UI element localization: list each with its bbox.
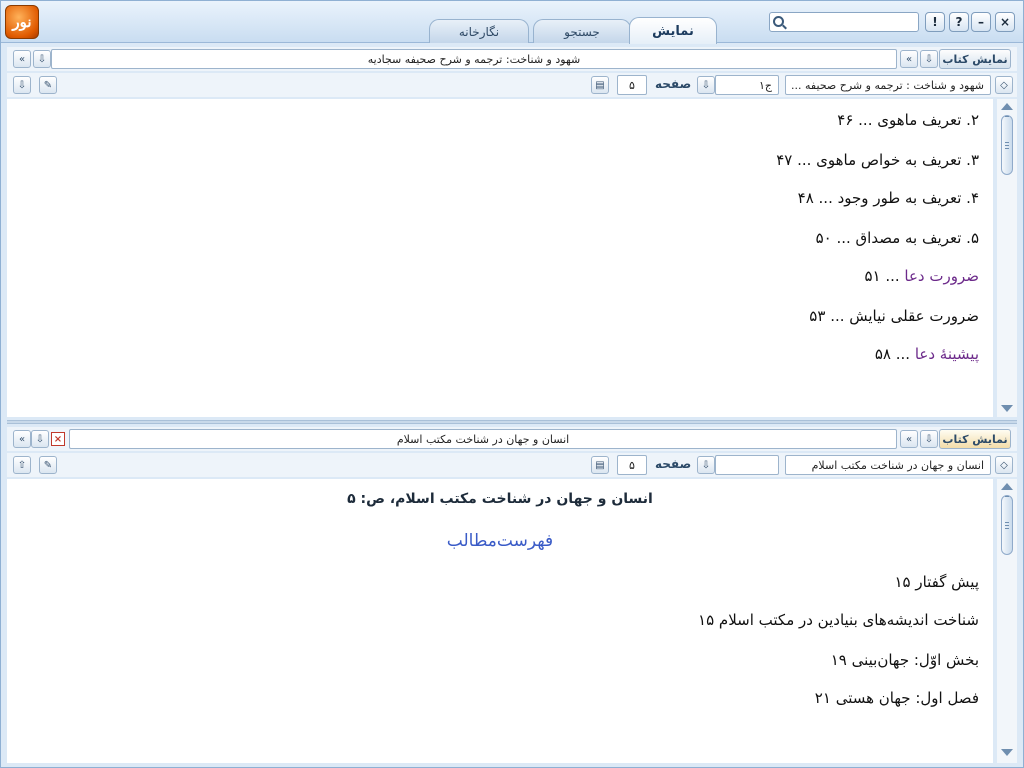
bottom-book-select[interactable]: انسان و جهان در شناخت مکتب اسلام bbox=[785, 455, 991, 475]
bottom-nav-prev-icon[interactable]: « bbox=[900, 430, 918, 448]
bottom-book-title: انسان و جهان در شناخت مکتب اسلام bbox=[69, 429, 897, 449]
page-heading: انسان و جهان در شناخت مکتب اسلام، ص: ۵ bbox=[347, 491, 653, 507]
top-nav-prev-button[interactable]: « bbox=[13, 50, 31, 68]
toc-line[interactable]: پیش گفتار ۱۵ bbox=[894, 573, 979, 591]
bottom-nav-prev-button[interactable]: « bbox=[13, 430, 31, 448]
scroll-up-icon[interactable] bbox=[1001, 483, 1013, 490]
tab-label: نمایش bbox=[652, 23, 694, 39]
top-page-toolbar: ⇩ ✎ ▤ ۵ صفحه ⇩ ج۱ شهود و شناخت : ترجمه و… bbox=[7, 73, 1017, 97]
close-pane-icon[interactable]: × bbox=[51, 432, 65, 446]
app-window: نور نگارخانه جستجو نمایش ! ? – × « ⇩ شهو… bbox=[0, 0, 1024, 768]
tab-label: جستجو bbox=[564, 24, 600, 39]
toc-line[interactable]: شناخت اندیشه‌های بنیادین در مکتب اسلام ۱… bbox=[698, 611, 979, 629]
bottom-page-input[interactable]: ۵ bbox=[617, 455, 647, 475]
bottom-tag-icon[interactable]: ◇ bbox=[995, 456, 1013, 474]
search-box bbox=[769, 12, 919, 32]
toc-line[interactable]: ۵. تعریف به مصداق ... ۵۰ bbox=[816, 229, 979, 247]
bottom-book-pages-icon[interactable]: ▤ bbox=[591, 456, 609, 474]
top-book-pages-icon[interactable]: ▤ bbox=[591, 76, 609, 94]
top-scrollbar[interactable] bbox=[997, 99, 1017, 417]
top-page-label: صفحه bbox=[655, 77, 692, 91]
title-bar: نور نگارخانه جستجو نمایش ! ? – × bbox=[1, 1, 1023, 44]
toc-title: فهرست‌مطالب bbox=[446, 531, 554, 551]
bottom-page-toolbar: ⇧ ✎ ▤ ۵ صفحه ⇩ انسان و جهان در شناخت مکت… bbox=[7, 453, 1017, 477]
scroll-down-icon[interactable] bbox=[1001, 749, 1013, 756]
toc-line[interactable]: ۴. تعریف به طور وجود ... ۴۸ bbox=[798, 189, 979, 207]
tab-label: نگارخانه bbox=[458, 24, 500, 39]
toc-line[interactable]: بخش اوّل: جهان‌بینی ۱۹ bbox=[831, 651, 979, 669]
minimize-button[interactable]: – bbox=[971, 12, 991, 32]
top-book-select[interactable]: شهود و شناخت : ترجمه و شرح صحیفه ... bbox=[785, 75, 991, 95]
top-content: ۲. تعریف ماهوی ... ۴۶ ۳. تعریف به خواص م… bbox=[7, 99, 993, 417]
top-page-input[interactable]: ۵ bbox=[617, 75, 647, 95]
bottom-up-icon[interactable]: ⇧ bbox=[13, 456, 31, 474]
bottom-wrench-icon[interactable]: ✎ bbox=[39, 456, 57, 474]
top-volume-select[interactable]: ج۱ bbox=[715, 75, 779, 95]
bottom-down-arrow-icon[interactable]: ⇩ bbox=[31, 430, 49, 448]
bottom-book-dropdown-icon[interactable]: ⇩ bbox=[920, 430, 938, 448]
scroll-up-icon[interactable] bbox=[1001, 103, 1013, 110]
close-button[interactable]: × bbox=[995, 12, 1015, 32]
tab-gallery[interactable]: نگارخانه bbox=[429, 19, 529, 43]
bottom-book-toolbar: « ⇩ × انسان و جهان در شناخت مکتب اسلام «… bbox=[7, 427, 1017, 451]
bottom-scrollbar[interactable] bbox=[997, 479, 1017, 763]
tab-display[interactable]: نمایش bbox=[629, 17, 717, 44]
scroll-down-icon[interactable] bbox=[1001, 405, 1013, 412]
pane-splitter[interactable] bbox=[7, 420, 1017, 424]
toc-line[interactable]: ضرورت دعا ... ۵۱ bbox=[864, 267, 979, 285]
toc-line[interactable]: ضرورت عقلی نیایش ... ۵۳ bbox=[809, 307, 979, 325]
bottom-show-book-button[interactable]: نمایش کتاب bbox=[939, 429, 1011, 449]
search-icon[interactable] bbox=[773, 16, 784, 27]
top-book-toolbar: « ⇩ شهود و شناخت: ترجمه و شرح صحیفه سجاد… bbox=[7, 47, 1017, 71]
bottom-volume-select[interactable] bbox=[715, 455, 779, 475]
bottom-content: انسان و جهان در شناخت مکتب اسلام، ص: ۵ ف… bbox=[7, 479, 993, 763]
bottom-volume-dropdown-icon[interactable]: ⇩ bbox=[697, 456, 715, 474]
bottom-page-label: صفحه bbox=[655, 457, 692, 471]
toc-line[interactable]: ۲. تعریف ماهوی ... ۴۶ bbox=[837, 111, 979, 129]
top-volume-dropdown-icon[interactable]: ⇩ bbox=[697, 76, 715, 94]
top-wrench-icon[interactable]: ✎ bbox=[39, 76, 57, 94]
top-tag-icon[interactable]: ◇ bbox=[995, 76, 1013, 94]
tab-search[interactable]: جستجو bbox=[533, 19, 631, 43]
top-nav-prev-icon[interactable]: « bbox=[900, 50, 918, 68]
top-down-icon[interactable]: ⇩ bbox=[13, 76, 31, 94]
top-down-arrow-icon[interactable]: ⇩ bbox=[33, 50, 51, 68]
info-button[interactable]: ! bbox=[925, 12, 945, 32]
scroll-thumb[interactable] bbox=[1001, 115, 1013, 175]
search-input[interactable] bbox=[788, 14, 916, 30]
help-button[interactable]: ? bbox=[949, 12, 969, 32]
top-book-dropdown-icon[interactable]: ⇩ bbox=[920, 50, 938, 68]
app-logo: نور bbox=[5, 5, 39, 39]
toc-line[interactable]: ۳. تعریف به خواص ماهوی ... ۴۷ bbox=[776, 151, 979, 169]
scroll-thumb[interactable] bbox=[1001, 495, 1013, 555]
toc-line[interactable]: پیشینهٔ دعا ... ۵۸ bbox=[875, 345, 979, 363]
top-book-title: شهود و شناخت: ترجمه و شرح صحیفه سجادیه bbox=[51, 49, 897, 69]
toc-line[interactable]: فصل اول: جهان هستی ۲۱ bbox=[815, 689, 979, 707]
top-show-book-button[interactable]: نمایش کتاب bbox=[939, 49, 1011, 69]
